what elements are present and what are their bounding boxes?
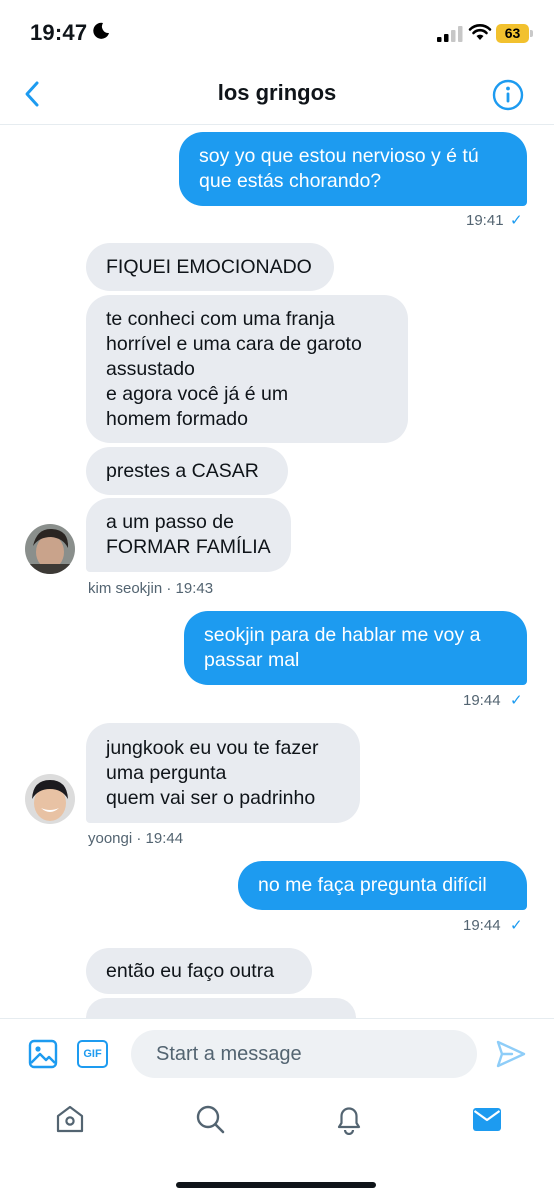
received-message[interactable]: jungkook eu vou te fazer uma pergunta qu… bbox=[86, 723, 360, 823]
received-message[interactable]: a um passo de FORMAR FAMÍLIA bbox=[86, 498, 291, 572]
battery-indicator: 63 bbox=[496, 24, 529, 43]
received-message[interactable]: te conheci com uma franja horrível e uma… bbox=[86, 295, 408, 443]
home-icon[interactable] bbox=[55, 1104, 85, 1134]
avatar-kim-seokjin[interactable] bbox=[25, 524, 75, 574]
sender-name-timestamp: yoongi · 19:44 bbox=[88, 830, 184, 847]
received-message-partial bbox=[86, 998, 356, 1018]
home-indicator[interactable] bbox=[176, 1182, 376, 1188]
received-message[interactable]: FIQUEI EMOCIONADO bbox=[86, 243, 334, 291]
messages-icon[interactable] bbox=[472, 1107, 502, 1132]
conversation-title: los gringos bbox=[217, 80, 337, 105]
received-message[interactable]: então eu faço outra bbox=[86, 948, 312, 994]
message-timestamp: 19:41 bbox=[466, 212, 504, 229]
message-timestamp: 19:44 bbox=[463, 692, 501, 709]
sent-message[interactable]: no me faça pregunta difícil bbox=[238, 861, 527, 910]
composer-divider bbox=[0, 1018, 554, 1019]
info-icon[interactable] bbox=[492, 79, 524, 111]
status-time: 19:47 bbox=[30, 20, 88, 45]
sent-message[interactable]: seokjin para de hablar me voy a passar m… bbox=[184, 611, 527, 685]
message-input[interactable]: Start a message bbox=[131, 1030, 477, 1078]
read-check-icon: ✓ bbox=[510, 692, 523, 709]
image-icon[interactable] bbox=[28, 1039, 58, 1069]
received-message[interactable]: prestes a CASAR bbox=[86, 447, 288, 495]
gif-button[interactable]: GIF bbox=[77, 1040, 108, 1068]
sender-name-timestamp: kim seokjin · 19:43 bbox=[88, 580, 214, 597]
wifi-icon bbox=[468, 24, 492, 40]
read-check-icon: ✓ bbox=[510, 212, 523, 229]
notifications-icon[interactable] bbox=[334, 1103, 364, 1135]
avatar-yoongi[interactable] bbox=[25, 774, 75, 824]
message-timestamp: 19:44 bbox=[463, 917, 501, 934]
sent-message[interactable]: soy yo que estou nervioso y é tú que est… bbox=[179, 132, 527, 206]
send-icon[interactable] bbox=[496, 1040, 526, 1068]
header-divider bbox=[0, 124, 554, 125]
search-icon[interactable] bbox=[195, 1104, 225, 1134]
battery-tip bbox=[530, 30, 533, 37]
cellular-signal-icon bbox=[437, 26, 463, 42]
do-not-disturb-icon bbox=[93, 22, 109, 39]
read-check-icon: ✓ bbox=[510, 917, 523, 934]
